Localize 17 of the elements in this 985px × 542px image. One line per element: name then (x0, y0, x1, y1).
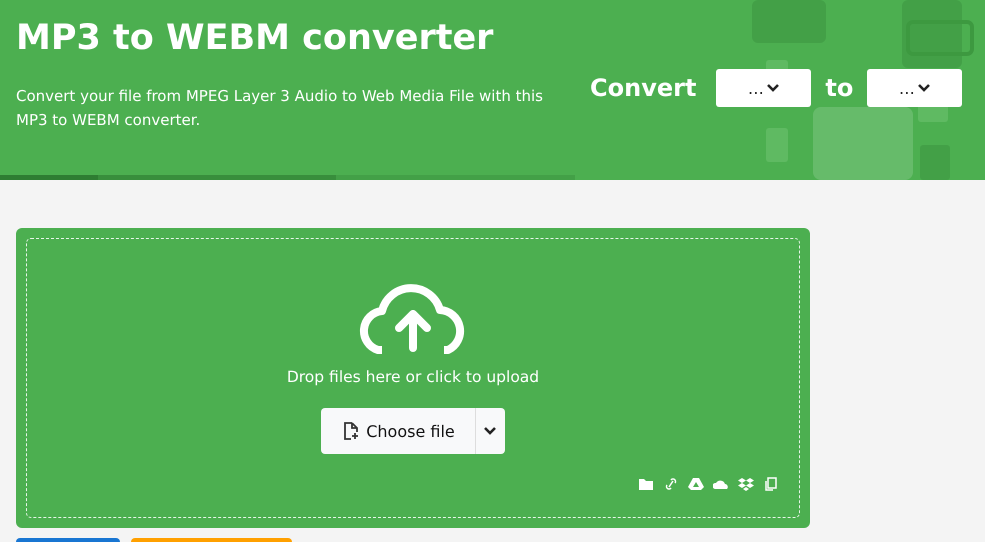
chevron-down-icon (766, 83, 780, 93)
folder-icon[interactable] (638, 477, 654, 491)
link-icon[interactable] (663, 477, 679, 491)
file-add-icon (343, 422, 358, 440)
upload-area[interactable]: Drop files here or click to upload Choose file (16, 228, 810, 528)
to-label: to (825, 74, 854, 102)
convert-label: Convert (590, 74, 696, 102)
drop-hint: Drop files here or click to upload (286, 368, 540, 386)
source-format-dropdown[interactable]: … (716, 69, 812, 107)
chevron-down-icon (916, 83, 931, 93)
dropbox-icon[interactable] (738, 477, 754, 491)
page-description: Convert your file from MPEG Layer 3 Audio to Web Media File with this MP3 to WEBM converter. (16, 86, 544, 131)
page-title: MP3 to WEBM converter (16, 18, 494, 58)
drive-icon[interactable] (688, 477, 704, 491)
copy-icon[interactable] (763, 477, 779, 491)
target-format-dropdown[interactable]: … (867, 69, 962, 107)
chevron-down-icon (483, 426, 498, 436)
